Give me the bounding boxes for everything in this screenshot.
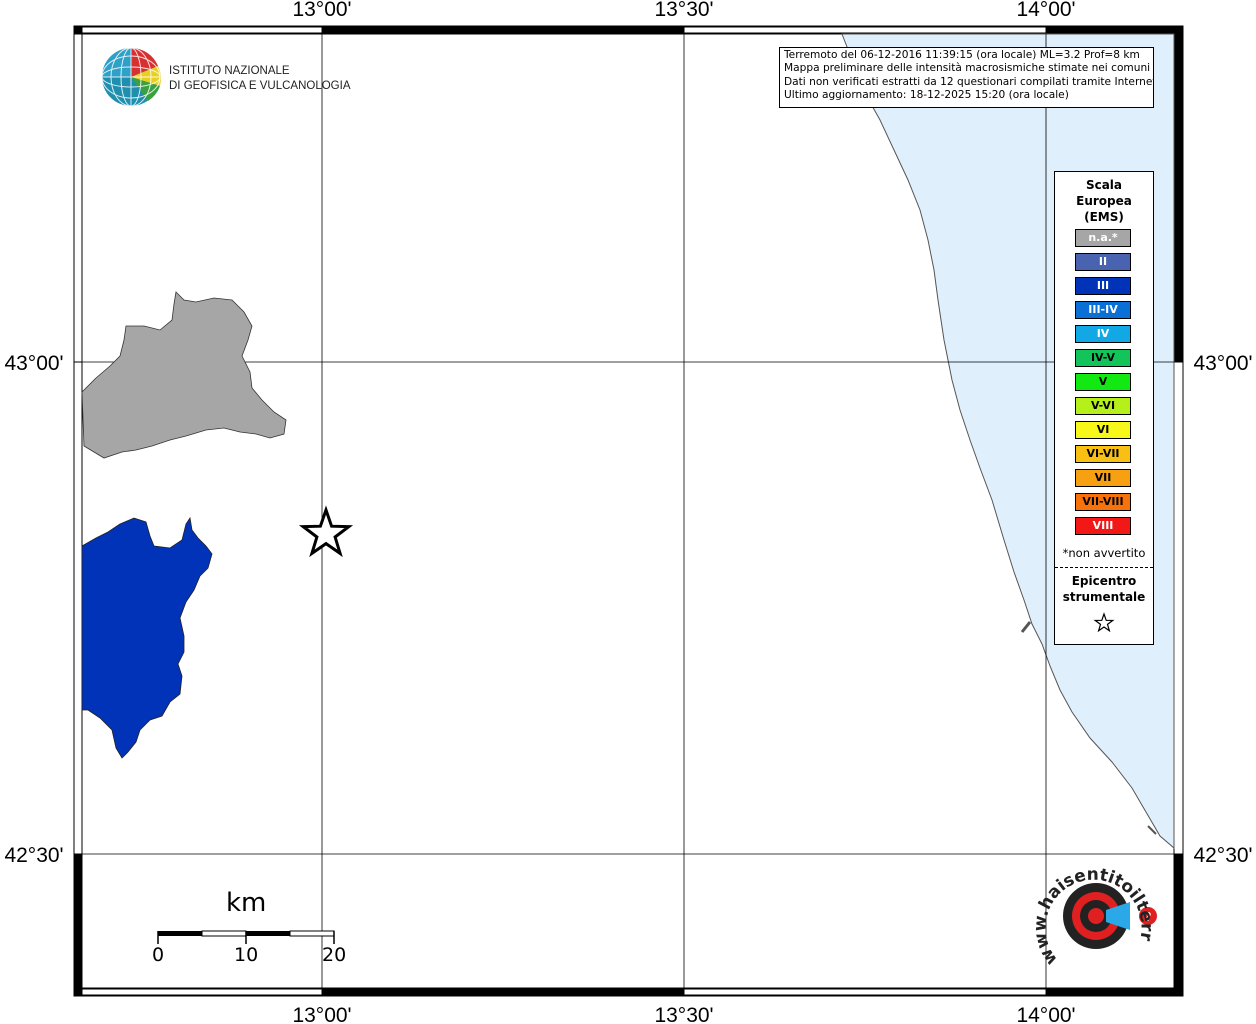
- legend-item: VI: [1075, 421, 1131, 439]
- legend-item: III-IV: [1075, 301, 1131, 319]
- legend-separator: [1055, 567, 1153, 568]
- event-info-line4: Ultimo aggiornamento: 18-12-2025 15:20 (…: [784, 88, 1069, 101]
- legend-item: II: [1075, 253, 1131, 271]
- scale-unit: km: [226, 888, 267, 918]
- legend-item: n.a.*: [1075, 229, 1131, 247]
- event-info-line1: Terremoto del 06-12-2016 11:39:15 (ora l…: [784, 49, 1140, 61]
- legend-epicenter-line1: Epicentro: [1071, 574, 1137, 588]
- legend-item: IV: [1075, 325, 1131, 343]
- legend-items: n.a.* II III III-IV IV IV-V V V-VI VI VI-VII VII VI…: [1075, 229, 1131, 541]
- lon-label-bottom-1330: 13°30': [654, 1004, 713, 1024]
- legend-item: V: [1075, 373, 1131, 391]
- legend-item: VII-VIII: [1075, 493, 1131, 511]
- lon-label-top-1300: 13°00': [292, 0, 351, 21]
- legend-epicenter: Epicentro strumentale: [1055, 573, 1153, 605]
- scale-tick-20: 20: [322, 944, 347, 966]
- legend-title-line1: Scala: [1085, 178, 1123, 192]
- event-info-box: Terremoto del 06-12-2016 11:39:15 (ora l…: [779, 47, 1154, 108]
- legend-item: V-VI: [1075, 397, 1131, 415]
- legend-item: VI-VII: [1075, 445, 1131, 463]
- lat-label-left-4300: 43°00': [4, 352, 63, 375]
- lat-label-right-4300: 43°00': [1193, 352, 1252, 375]
- legend-epicenter-line2: strumentale: [1062, 590, 1146, 604]
- lon-label-top-1400: 14°00': [1016, 0, 1075, 21]
- lat-label-right-4230: 42°30': [1193, 844, 1252, 867]
- legend-title-line3: (EMS): [1084, 210, 1124, 224]
- lon-label-bottom-1400: 14°00': [1016, 1004, 1075, 1024]
- scale-tick-0: 0: [152, 944, 165, 966]
- legend-note: *non avvertito: [1062, 546, 1146, 560]
- legend-item: III: [1075, 277, 1131, 295]
- intensity-legend: Scala Europea (EMS) n.a.* II III III-IV IV IV…: [1054, 171, 1154, 645]
- legend-title: Scala Europea (EMS): [1055, 177, 1153, 225]
- event-info-line2: Mappa preliminare delle intensità macros…: [784, 62, 1151, 75]
- scale-tick-10: 10: [234, 944, 259, 966]
- lon-label-bottom-1300: 13°00': [292, 1004, 351, 1024]
- institute-name-line2: DI GEOFISICA E VULCANOLOGIA: [169, 80, 351, 92]
- legend-item: VIII: [1075, 517, 1131, 535]
- lon-label-top-1330: 13°30': [654, 0, 713, 21]
- lat-label-left-4230: 42°30': [4, 844, 63, 867]
- institute-name-line1: ISTITUTO NAZIONALE: [169, 65, 290, 77]
- legend-item: IV-V: [1075, 349, 1131, 367]
- event-info-line3: Dati non verificati estratti da 12 quest…: [784, 75, 1154, 88]
- legend-star-icon: [1093, 612, 1115, 633]
- legend-title-line2: Europea: [1076, 194, 1132, 208]
- legend-item: VII: [1075, 469, 1131, 487]
